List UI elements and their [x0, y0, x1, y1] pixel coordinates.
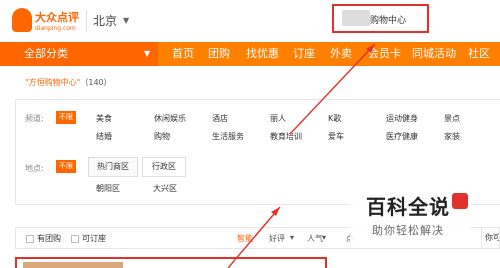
chevron-down-icon[interactable]: ▼: [144, 42, 150, 66]
result-thumbnail: [23, 262, 123, 268]
sort-smart[interactable]: 智能: [237, 233, 253, 244]
all-categories-label: 全部分类: [24, 47, 68, 60]
all-categories-menu[interactable]: 全部分类: [0, 42, 158, 66]
main-nav: 全部分类 ▼ 首页 团购 找优惠 订座 外卖 会员卡 同城活动 社区: [0, 42, 500, 66]
channel-option[interactable]: 酒店: [212, 113, 228, 124]
annotation-arrowhead-icon: [271, 207, 280, 216]
nav-item-takeout[interactable]: 外卖: [330, 42, 352, 66]
logo-figure-icon: [12, 8, 32, 32]
nav-item-deals[interactable]: 找优惠: [246, 42, 279, 66]
district-option[interactable]: 大兴区: [145, 180, 185, 198]
nav-item-community[interactable]: 社区: [468, 42, 490, 66]
groupbuy-checkbox[interactable]: [26, 235, 34, 243]
breadcrumb-query: "方恒购物中心": [25, 78, 81, 87]
side-panel-tab[interactable]: 你可: [481, 227, 500, 249]
search-value: 购物中心: [370, 16, 407, 26]
logo-domain: dianping.com: [35, 25, 76, 32]
channel-option[interactable]: 运动健身: [386, 113, 418, 124]
area-label: 地点:: [25, 164, 44, 173]
nav-item-groupbuy[interactable]: 团购: [208, 42, 230, 66]
search-blurred-text: [342, 10, 370, 26]
channel-option[interactable]: 生活服务: [212, 131, 244, 142]
channel-option[interactable]: 美食: [96, 113, 112, 124]
district-option[interactable]: 朝阳区: [88, 180, 128, 198]
search-breadcrumb: "方恒购物中心"（140）: [25, 77, 112, 88]
channel-any-tag[interactable]: 不限: [56, 111, 76, 124]
channel-option[interactable]: 教育培训: [270, 131, 302, 142]
highlighted-result[interactable]: [15, 257, 327, 268]
district-tab-admin[interactable]: 行政区: [142, 157, 186, 177]
reservable-label: 可订座: [82, 234, 106, 243]
reservable-checkbox[interactable]: [71, 235, 79, 243]
channel-option[interactable]: 购物: [154, 131, 170, 142]
city-selector[interactable]: 北京: [93, 12, 117, 29]
sort-popularity[interactable]: 人气: [307, 233, 323, 244]
groupbuy-label: 有团购: [37, 234, 61, 243]
breadcrumb-count: （140）: [80, 78, 112, 87]
logo-text: 大众点评: [35, 11, 79, 24]
header-divider: [86, 10, 87, 32]
watermark-subtitle: 助你轻松解决: [372, 224, 444, 237]
channel-option[interactable]: K歌: [328, 113, 341, 124]
channel-label: 频道:: [25, 114, 44, 123]
channel-option[interactable]: 休闲娱乐: [154, 113, 186, 124]
channel-option[interactable]: 景点: [444, 113, 460, 124]
dianping-logo[interactable]: 大众点评 dianping.com: [12, 6, 82, 38]
channel-option[interactable]: 医疗健康: [386, 131, 418, 142]
chevron-down-icon[interactable]: ▾: [290, 233, 294, 242]
watermark-title: 百科全说: [366, 195, 450, 219]
district-tab-hot[interactable]: 热门商区: [88, 157, 138, 177]
nav-item-events[interactable]: 同城活动: [412, 42, 456, 66]
area-any-tag[interactable]: 不限: [56, 160, 76, 173]
nav-item-home[interactable]: 首页: [172, 42, 194, 66]
channel-option[interactable]: 结婚: [96, 131, 112, 142]
nav-item-membership[interactable]: 会员卡: [368, 42, 401, 66]
chevron-down-icon[interactable]: ▾: [322, 233, 326, 242]
chevron-down-icon[interactable]: ▼: [123, 16, 129, 25]
channel-option[interactable]: 丽人: [270, 113, 286, 124]
site-header: 大众点评 dianping.com 北京 ▼ 购物中心: [0, 0, 500, 42]
channel-option[interactable]: 爱车: [328, 131, 344, 142]
sort-rating[interactable]: 好评: [269, 233, 285, 244]
nav-item-reserve[interactable]: 订座: [293, 42, 315, 66]
channel-option[interactable]: 家装: [444, 131, 460, 142]
watermark-badge-icon: [452, 193, 468, 209]
search-input[interactable]: 购物中心: [332, 4, 429, 33]
